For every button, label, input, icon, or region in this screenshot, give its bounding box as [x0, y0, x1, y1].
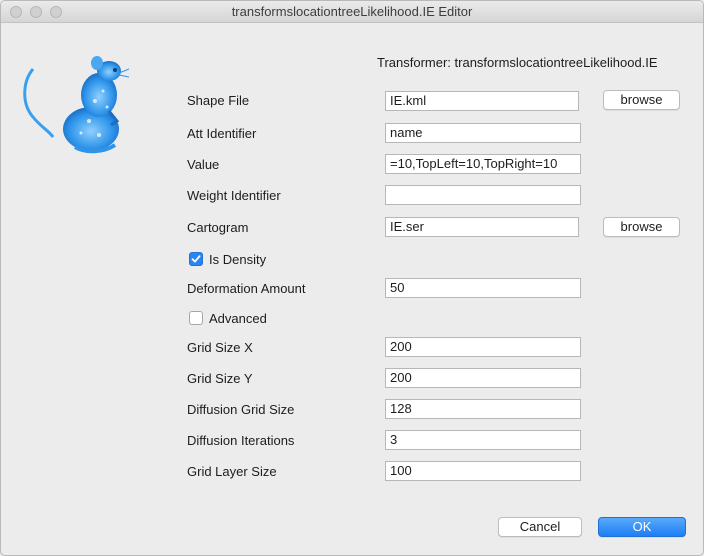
cartogram-field[interactable]: IE.ser: [385, 217, 579, 237]
shape-file-browse-button[interactable]: browse: [603, 90, 680, 110]
advanced-checkbox[interactable]: [189, 311, 203, 325]
cartogram-label: Cartogram: [187, 220, 249, 235]
weight-identifier-label: Weight Identifier: [187, 188, 281, 203]
shape-file-label: Shape File: [187, 93, 250, 108]
shape-file-field[interactable]: IE.kml: [385, 91, 579, 111]
att-identifier-label: Att Identifier: [187, 126, 257, 141]
diffusion-iterations-field[interactable]: 3: [385, 430, 581, 450]
grid-size-y-field[interactable]: 200: [385, 368, 581, 388]
grid-layer-size-field[interactable]: 100: [385, 461, 581, 481]
cartogram-browse-button[interactable]: browse: [603, 217, 680, 237]
rat-logo-icon: [19, 51, 130, 159]
deformation-amount-field[interactable]: 50: [385, 278, 581, 298]
title-bar: transformslocationtreeLikelihood.IE Edit…: [1, 1, 703, 23]
value-field[interactable]: =10,TopLeft=10,TopRight=10: [385, 154, 581, 174]
grid-size-y-label: Grid Size Y: [187, 371, 253, 386]
diffusion-grid-size-label: Diffusion Grid Size: [187, 402, 295, 417]
deformation-amount-label: Deformation Amount: [187, 281, 306, 296]
grid-layer-size-label: Grid Layer Size: [187, 464, 277, 479]
att-identifier-field[interactable]: name: [385, 123, 581, 143]
grid-size-x-field[interactable]: 200: [385, 337, 581, 357]
window-title: transformslocationtreeLikelihood.IE Edit…: [231, 4, 473, 19]
ok-button[interactable]: OK: [598, 517, 686, 537]
diffusion-grid-size-field[interactable]: 128: [385, 399, 581, 419]
cancel-button[interactable]: Cancel: [498, 517, 582, 537]
transformer-label: Transformer: transformslocationtreeLikel…: [377, 55, 658, 70]
advanced-label: Advanced: [209, 311, 267, 326]
editor-window: transformslocationtreeLikelihood.IE Edit…: [0, 0, 704, 556]
is-density-checkbox[interactable]: [189, 252, 203, 266]
checkmark-icon: [191, 255, 201, 263]
diffusion-iterations-label: Diffusion Iterations: [187, 433, 295, 448]
is-density-label: Is Density: [209, 252, 267, 267]
weight-identifier-field[interactable]: [385, 185, 581, 205]
grid-size-x-label: Grid Size X: [187, 340, 253, 355]
value-label: Value: [187, 157, 220, 172]
